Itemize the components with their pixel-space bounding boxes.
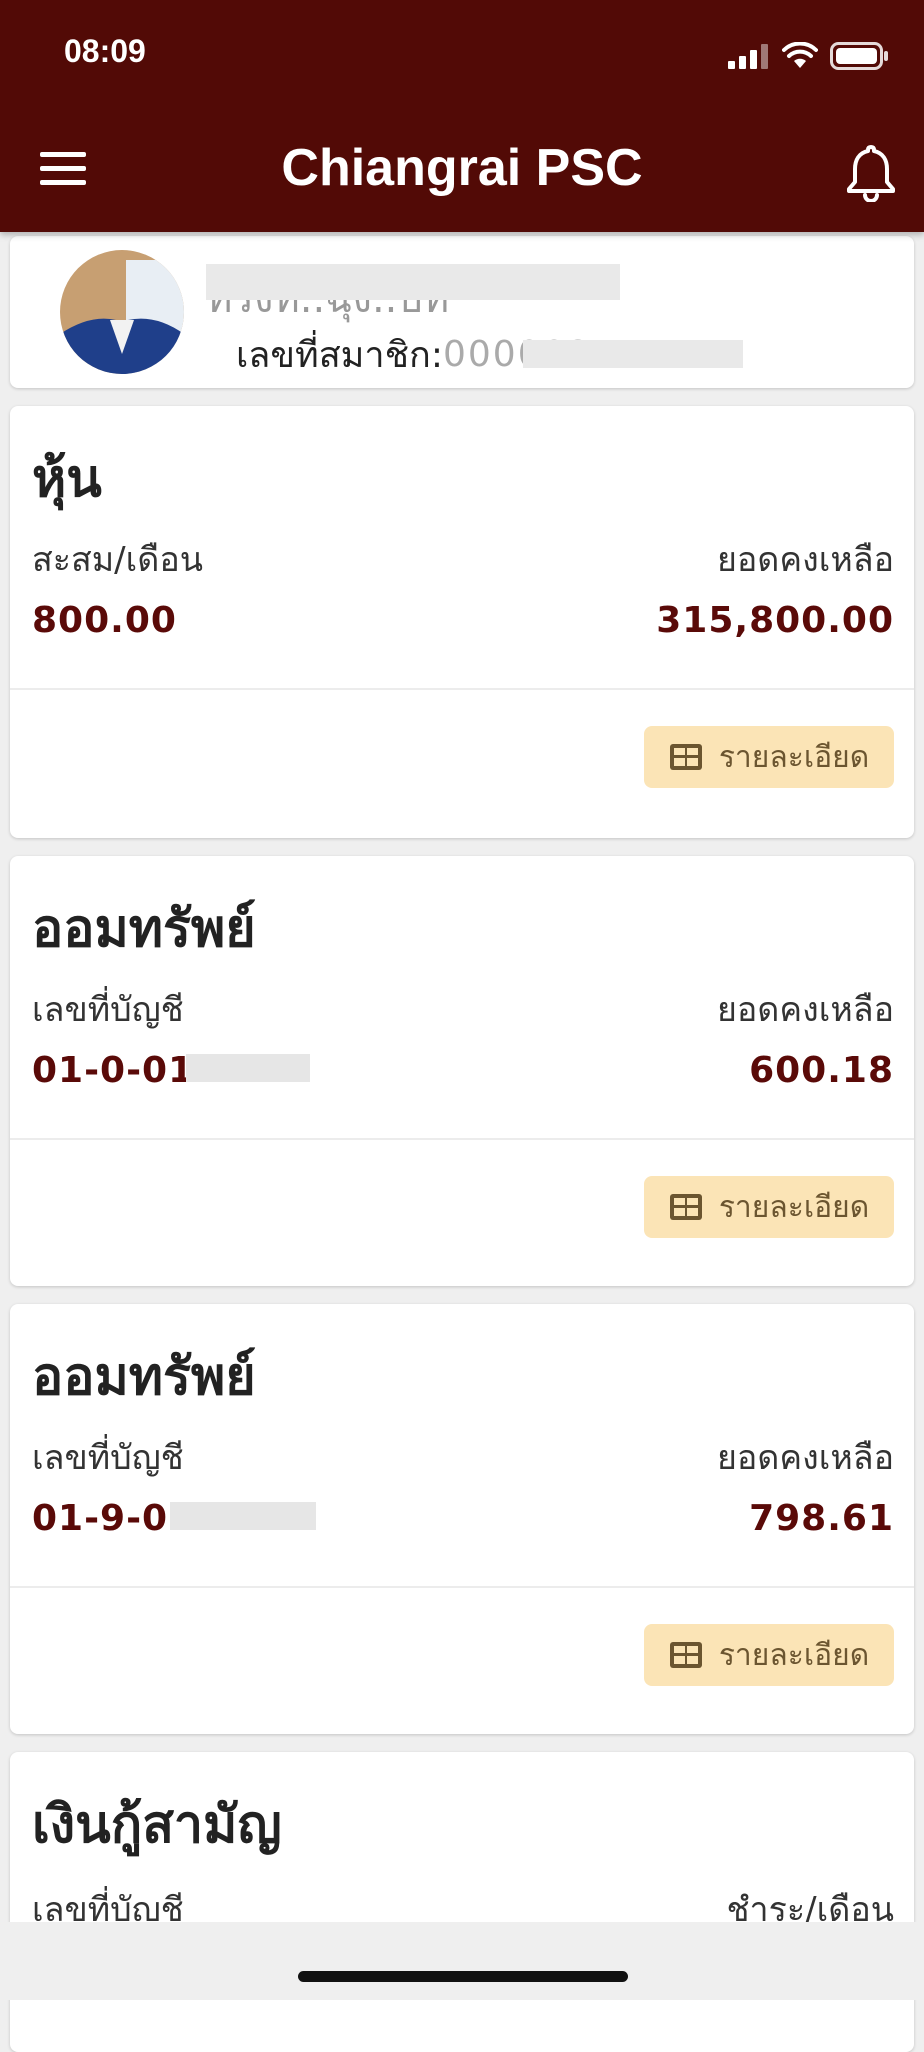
name-redaction <box>206 264 620 300</box>
balance-label: ยอดคงเหลือ <box>716 540 894 580</box>
profile-card: ทรงท..ฉุง..บท เลขที่สมาชิก: 00000211 <box>10 236 914 388</box>
divider <box>10 688 914 690</box>
divider <box>10 1586 914 1588</box>
details-button-label: รายละเอียด <box>718 739 870 775</box>
account-number-label: เลขที่บัญชี <box>32 1438 184 1478</box>
bottom-safe-area <box>0 1922 924 2000</box>
member-number-label: เลขที่สมาชิก: <box>236 335 443 376</box>
app-header: 08:09 Chiangrai PSC <box>0 0 924 232</box>
account-number-redaction <box>186 1054 310 1082</box>
home-indicator[interactable] <box>298 1971 628 1982</box>
details-button-label: รายละเอียด <box>718 1189 870 1225</box>
savings-card: ออมทรัพย์ เลขที่บัญชี ยอดคงเหลือ 01-9-0 … <box>10 1304 914 1734</box>
wifi-icon <box>782 42 818 68</box>
details-button[interactable]: รายละเอียด <box>644 1176 894 1238</box>
table-icon <box>669 744 702 770</box>
status-icons <box>728 38 890 74</box>
member-number-redaction <box>522 340 743 368</box>
notification-bell-icon[interactable] <box>844 142 898 202</box>
card-title: ออมทรัพย์ <box>32 899 256 959</box>
balance-value: 315,800.00 <box>656 600 894 641</box>
account-number-value: 01-0-01 <box>32 1050 195 1091</box>
account-number-redaction <box>170 1502 316 1530</box>
monthly-accumulation-value: 800.00 <box>32 600 177 641</box>
details-button-label: รายละเอียด <box>718 1637 870 1673</box>
details-button[interactable]: รายละเอียด <box>644 726 894 788</box>
card-title: หุ้น <box>32 449 102 509</box>
balance-value: 600.18 <box>749 1050 894 1091</box>
card-title: ออมทรัพย์ <box>32 1347 256 1407</box>
signal-icon <box>728 44 768 69</box>
account-number-label: เลขที่บัญชี <box>32 990 184 1030</box>
table-icon <box>669 1194 702 1220</box>
account-number-value: 01-9-0 <box>32 1498 169 1539</box>
app-title: Chiangrai PSC <box>281 139 643 197</box>
status-time: 08:09 <box>64 33 146 69</box>
details-button[interactable]: รายละเอียด <box>644 1624 894 1686</box>
balance-label: ยอดคงเหลือ <box>716 990 894 1030</box>
balance-value: 798.61 <box>749 1498 894 1539</box>
battery-icon <box>830 42 888 70</box>
savings-card: ออมทรัพย์ เลขที่บัญชี ยอดคงเหลือ 01-0-01… <box>10 856 914 1286</box>
card-title: เงินกู้สามัญ <box>32 1795 282 1855</box>
shares-card: หุ้น สะสม/เดือน ยอดคงเหลือ 800.00 315,80… <box>10 406 914 838</box>
balance-label: ยอดคงเหลือ <box>716 1438 894 1478</box>
monthly-accumulation-label: สะสม/เดือน <box>32 540 203 580</box>
member-number-row: เลขที่สมาชิก: 00000211 <box>236 326 743 383</box>
table-icon <box>669 1642 702 1668</box>
avatar[interactable] <box>60 250 184 374</box>
divider <box>10 1138 914 1140</box>
loan-card: เงินกู้สามัญ เลขที่บัญชี ชำระ/เดือน <box>10 1752 914 2052</box>
